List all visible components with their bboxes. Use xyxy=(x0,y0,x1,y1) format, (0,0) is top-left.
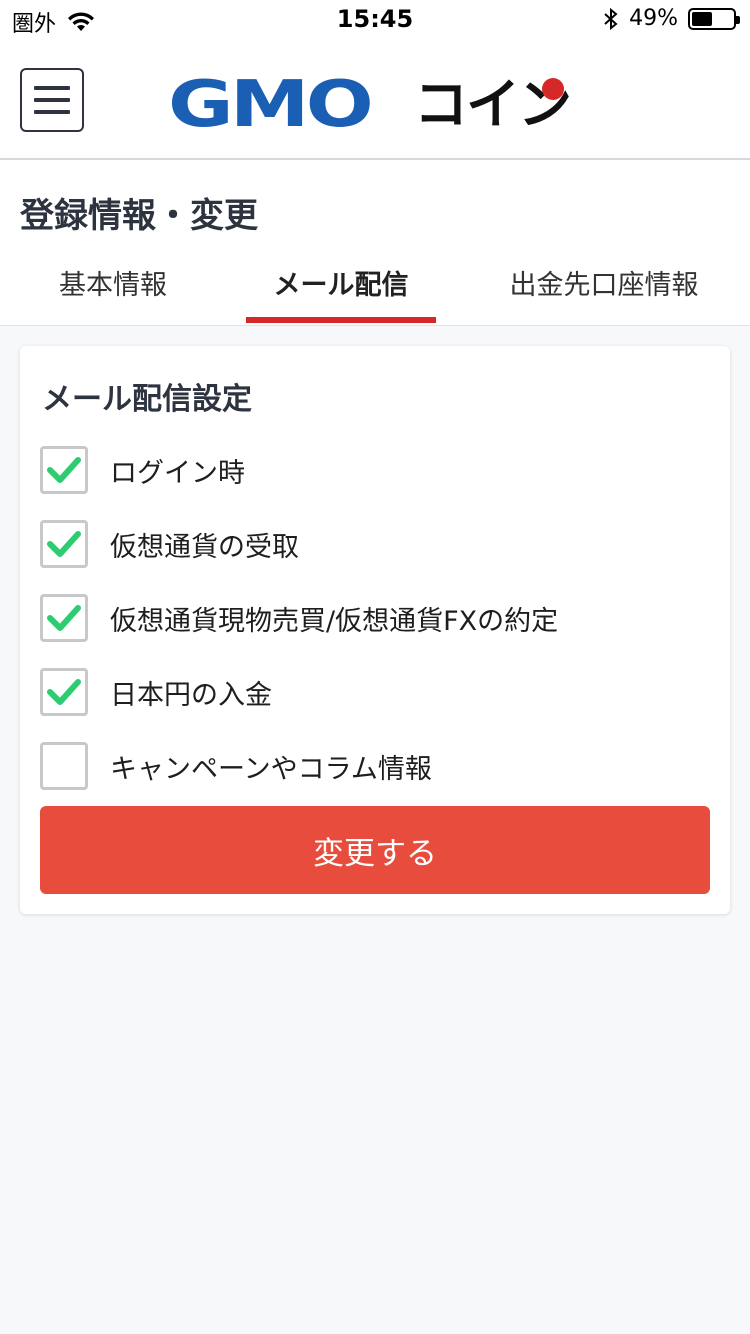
tab-basic-info[interactable]: 基本情報 xyxy=(20,260,206,324)
option-label: キャンペーンやコラム情報 xyxy=(110,753,432,785)
option-jpy-deposit[interactable]: 日本円の入金 xyxy=(40,668,272,716)
option-campaign-column[interactable]: キャンペーンやコラム情報 xyxy=(40,742,432,790)
checkmark-icon xyxy=(47,605,81,631)
status-right: 49% xyxy=(603,6,740,31)
logo-red-dot xyxy=(542,78,564,100)
checkbox[interactable] xyxy=(40,594,88,642)
option-label: 仮想通貨現物売買/仮想通貨FXの約定 xyxy=(110,605,559,637)
page-title: 登録情報・変更 xyxy=(20,196,258,236)
option-login[interactable]: ログイン時 xyxy=(40,446,245,494)
hamburger-icon-line xyxy=(34,86,70,90)
checkbox[interactable] xyxy=(40,520,88,568)
menu-button[interactable] xyxy=(20,68,84,132)
checkbox[interactable] xyxy=(40,742,88,790)
battery-fill xyxy=(692,11,712,26)
mail-settings-card: メール配信設定 ログイン時 仮想通貨の受取 仮想通貨現物売買/仮想通貨FXの約定… xyxy=(20,346,730,914)
option-trade-execution[interactable]: 仮想通貨現物売買/仮想通貨FXの約定 xyxy=(40,594,558,642)
bluetooth-icon xyxy=(604,7,618,30)
logo-coin-text: コイン xyxy=(414,76,572,134)
checkbox[interactable] xyxy=(40,446,88,494)
battery-icon xyxy=(688,7,740,30)
option-label: 仮想通貨の受取 xyxy=(110,531,299,563)
battery-percent: 49% xyxy=(629,6,678,31)
option-label: 日本円の入金 xyxy=(110,679,272,711)
hamburger-icon-line xyxy=(34,98,70,102)
gmo-coin-logo[interactable]: GMO コイン xyxy=(168,73,572,137)
tab-bar: 基本情報 メール配信 出金先口座情報 xyxy=(0,260,750,326)
app-header: GMO コイン xyxy=(0,40,750,160)
checkmark-icon xyxy=(47,457,81,483)
page-heading-area: 登録情報・変更 基本情報 メール配信 出金先口座情報 xyxy=(0,160,750,326)
tab-mail-delivery[interactable]: メール配信 xyxy=(246,260,436,324)
checkbox[interactable] xyxy=(40,668,88,716)
checkmark-icon xyxy=(47,531,81,557)
hamburger-icon-line xyxy=(34,110,70,114)
submit-button[interactable]: 変更する xyxy=(40,806,710,894)
checkmark-icon xyxy=(47,679,81,705)
tab-withdrawal-account[interactable]: 出金先口座情報 xyxy=(490,260,718,324)
card-title: メール配信設定 xyxy=(42,382,252,417)
status-bar: 圏外 15:45 49% xyxy=(0,0,750,40)
active-tab-indicator xyxy=(246,317,436,323)
option-label: ログイン時 xyxy=(110,457,245,489)
option-crypto-receive[interactable]: 仮想通貨の受取 xyxy=(40,520,299,568)
